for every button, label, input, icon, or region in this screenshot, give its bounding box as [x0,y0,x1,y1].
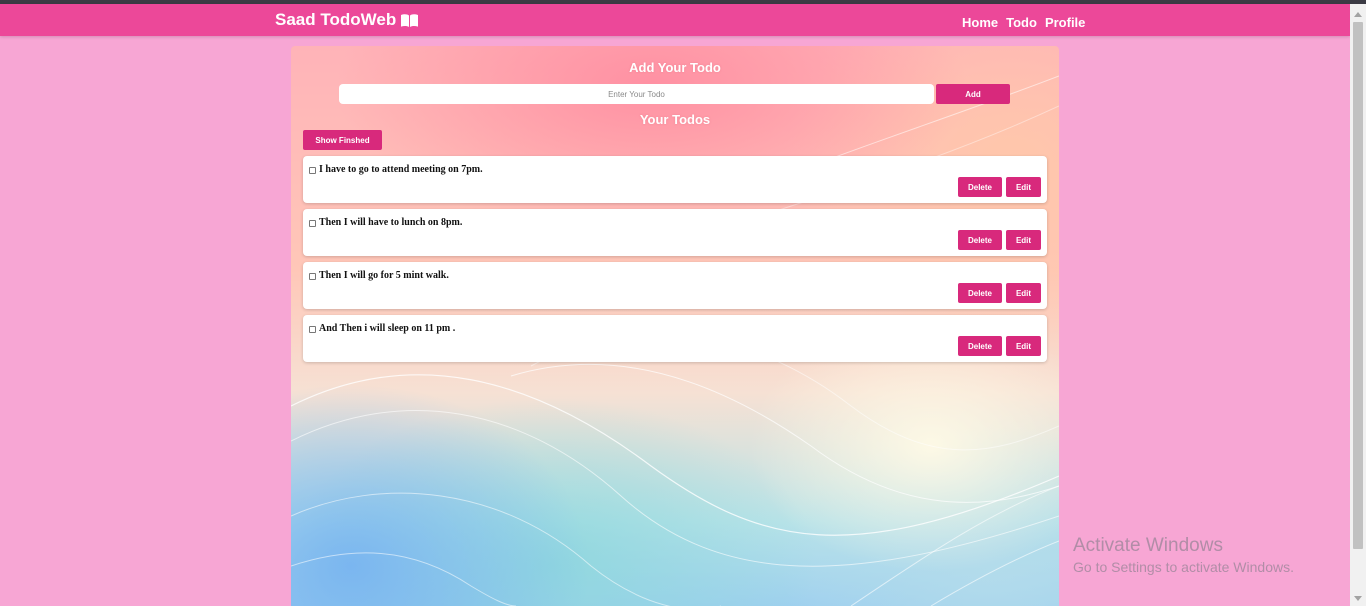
nav-link-profile[interactable]: Profile [1045,15,1085,30]
delete-button[interactable]: Delete [958,336,1002,356]
todo-item: Then I will have to lunch on 8pm. Delete… [303,209,1047,256]
brand-logo[interactable]: Saad TodoWeb [275,10,419,30]
delete-button[interactable]: Delete [958,283,1002,303]
nav-links: Home Todo Profile [962,15,1085,30]
edit-button[interactable]: Edit [1006,336,1041,356]
edit-button[interactable]: Edit [1006,230,1041,250]
nav-link-home[interactable]: Home [962,15,998,30]
add-button[interactable]: Add [936,84,1010,104]
scrollbar-thumb[interactable] [1353,22,1363,549]
scroll-up-arrow-icon[interactable] [1354,12,1362,17]
navbar: Saad TodoWeb Home Todo Profile [0,4,1350,36]
your-todos-heading: Your Todos [639,112,711,127]
page-scrollbar[interactable] [1350,4,1366,606]
delete-button[interactable]: Delete [958,230,1002,250]
todo-checkbox[interactable] [309,273,316,280]
todo-item: I have to go to attend meeting on 7pm. D… [303,156,1047,203]
todo-text: Then I will have to lunch on 8pm. [319,217,463,228]
watermark-title: Activate Windows [1073,535,1223,556]
show-finished-button[interactable]: Show Finshed [303,130,382,150]
todo-checkbox[interactable] [309,326,316,333]
todo-checkbox[interactable] [309,167,316,174]
todo-text: I have to go to attend meeting on 7pm. [319,164,483,175]
todo-card: Add Your Todo Add Your Todos Show Finshe… [291,46,1059,606]
edit-button[interactable]: Edit [1006,283,1041,303]
add-todo-heading: Add Your Todo [629,60,721,75]
scroll-down-arrow-icon[interactable] [1354,596,1362,601]
todo-item: Then I will go for 5 mint walk. Delete E… [303,262,1047,309]
edit-button[interactable]: Edit [1006,177,1041,197]
nav-link-todo[interactable]: Todo [1006,15,1037,30]
todo-text: And Then i will sleep on 11 pm . [319,323,456,334]
brand-name: Saad TodoWeb [275,10,397,29]
watermark-subtitle: Go to Settings to activate Windows. [1073,559,1294,575]
delete-button[interactable]: Delete [958,177,1002,197]
todo-item: And Then i will sleep on 11 pm . Delete … [303,315,1047,362]
book-open-icon [401,13,419,27]
activate-windows-watermark: Activate Windows Go to Settings to activ… [1073,535,1294,575]
todo-text: Then I will go for 5 mint walk. [319,270,449,281]
todo-checkbox[interactable] [309,220,316,227]
todo-input[interactable] [339,84,934,104]
